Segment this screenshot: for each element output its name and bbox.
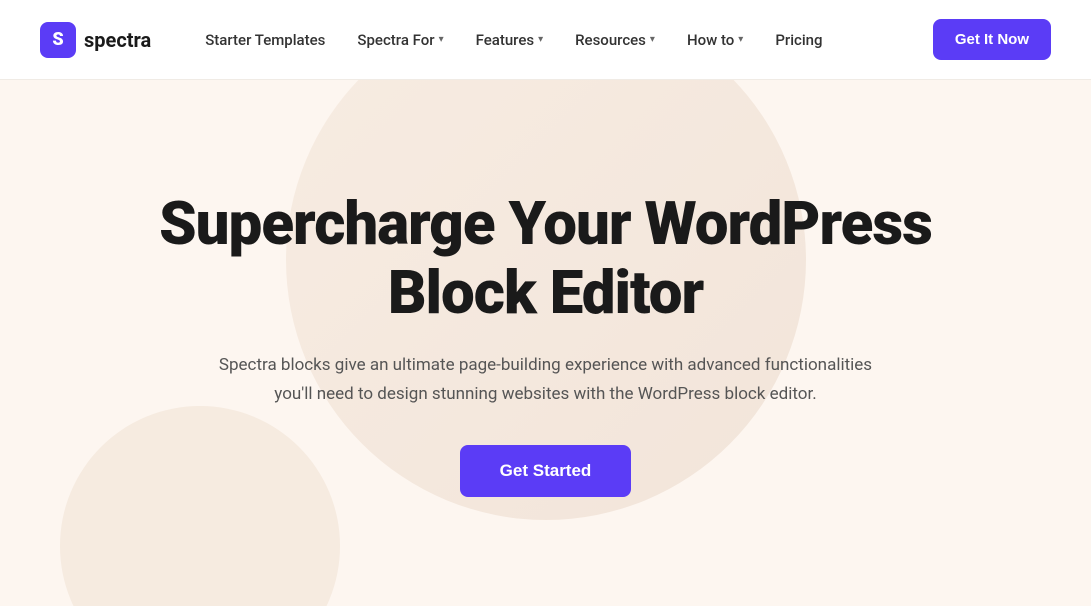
nav-item-resources[interactable]: Resources ▾ [561, 23, 669, 57]
get-started-button[interactable]: Get Started [460, 445, 632, 497]
hero-section: Supercharge Your WordPress Block Editor … [0, 80, 1091, 606]
logo-text: spectra [84, 28, 151, 52]
hero-title: Supercharge Your WordPress Block Editor [159, 189, 932, 327]
hero-content: Supercharge Your WordPress Block Editor … [159, 189, 932, 497]
navbar: S spectra Starter Templates Spectra For … [0, 0, 1091, 80]
logo-icon: S [40, 22, 76, 58]
get-it-now-button[interactable]: Get It Now [933, 19, 1051, 60]
chevron-down-icon: ▾ [738, 34, 743, 45]
chevron-down-icon: ▾ [538, 34, 543, 45]
chevron-down-icon: ▾ [439, 34, 444, 45]
nav-item-starter-templates[interactable]: Starter Templates [191, 23, 339, 57]
hero-subtitle: Spectra blocks give an ultimate page-bui… [216, 351, 876, 409]
logo-link[interactable]: S spectra [40, 22, 151, 58]
nav-item-features[interactable]: Features ▾ [462, 23, 558, 57]
nav-item-how-to[interactable]: How to ▾ [673, 23, 757, 57]
nav-item-pricing[interactable]: Pricing [761, 23, 836, 57]
chevron-down-icon: ▾ [650, 34, 655, 45]
nav-links: Starter Templates Spectra For ▾ Features… [191, 23, 933, 57]
nav-item-spectra-for[interactable]: Spectra For ▾ [343, 23, 457, 57]
